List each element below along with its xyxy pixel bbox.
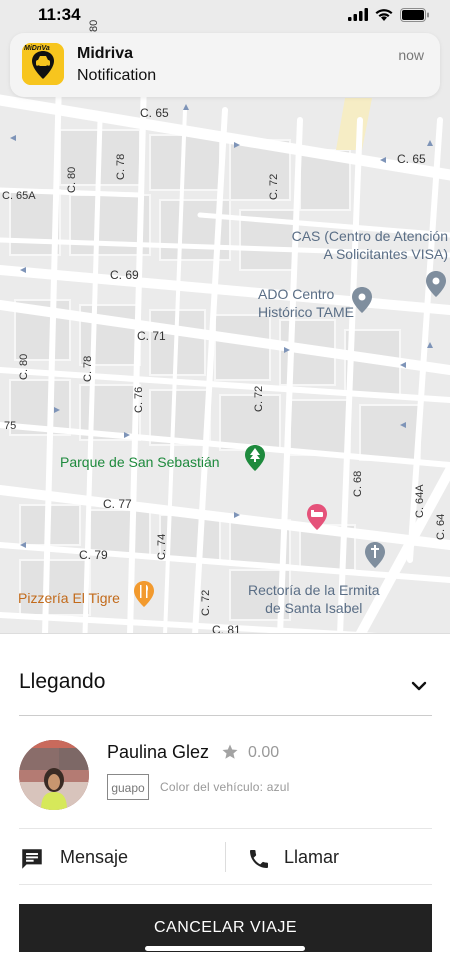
car-pin-logo-icon: MiDriVa [22, 43, 64, 85]
home-indicator[interactable] [145, 946, 305, 951]
poi-rectoria-line2: de Santa Isabel [265, 600, 363, 616]
poi-cas-line2: A Solicitantes VISA) [323, 246, 448, 262]
action-divider [225, 842, 226, 872]
call-label: Llamar [284, 847, 340, 867]
street-label: C. 78 [115, 153, 127, 180]
street-label: C. 72 [268, 173, 280, 200]
street-label: 75 [4, 420, 17, 432]
driver-rating: 0.00 [248, 744, 280, 761]
street-label: C. 65 [140, 106, 169, 120]
notification-time: now [398, 47, 424, 63]
poi-ado-line2: Histórico TAME [258, 304, 354, 320]
poi-cas[interactable]: CAS (Centro de Atención A Solicitantes V… [278, 227, 448, 263]
map-pin-icon[interactable] [425, 270, 447, 298]
restaurant-icon[interactable] [133, 580, 155, 608]
street-label: C. 80 [18, 353, 30, 380]
park-tree-icon[interactable] [244, 444, 266, 472]
trip-bottom-sheet: Llegando Paulina Glez 0.00 guapo Color d… [0, 633, 450, 961]
battery-icon [400, 8, 429, 22]
street-label: C. 65A [2, 190, 36, 202]
street-label: C. 64 [435, 513, 447, 540]
hotel-bed-icon[interactable] [306, 503, 328, 531]
street-label: C. 72 [253, 385, 265, 412]
divider [19, 828, 432, 829]
avatar[interactable] [19, 740, 89, 810]
street-label: C. 68 [352, 470, 364, 497]
cancel-trip-button[interactable]: CANCELAR VIAJE [19, 904, 432, 952]
chat-message-icon [22, 849, 42, 869]
wifi-icon [375, 9, 393, 21]
street-label: C. 72 [200, 589, 212, 616]
poi-rectoria[interactable]: Rectoría de la Ermita de Santa Isabel [248, 581, 380, 617]
status-time: 11:34 [38, 5, 81, 24]
notification-app-name: Midriva [77, 45, 134, 62]
map-pin-icon[interactable] [351, 286, 373, 314]
street-label: C. 65 [397, 152, 426, 166]
street-label: C. 78 [82, 355, 94, 382]
notification-text: Notification [77, 67, 157, 84]
street-label: C. 69 [110, 268, 139, 282]
poi-cas-line1: CAS (Centro de Atención [291, 228, 448, 244]
call-button[interactable]: Llamar [245, 840, 432, 876]
phone-icon [250, 850, 268, 868]
status-bar: 11:34 [0, 0, 450, 32]
chevron-down-icon[interactable] [405, 672, 433, 700]
vehicle-plate: guapo [107, 774, 149, 800]
divider [19, 884, 432, 885]
poi-pizzeria[interactable]: Pizzería El Tigre [18, 589, 120, 607]
driver-name: Paulina Glez [107, 742, 210, 762]
poi-rectoria-line1: Rectoría de la Ermita [248, 582, 380, 598]
street-label: C. 64A [414, 484, 426, 518]
street-label: C. 80 [66, 166, 78, 193]
message-button[interactable]: Mensaje [19, 840, 219, 876]
vehicle-color: Color del vehículo: azul [160, 780, 290, 794]
street-label: C. 71 [137, 329, 166, 343]
street-label: C. 77 [103, 497, 132, 511]
app-icon-text: MiDriVa [24, 45, 50, 52]
poi-ado[interactable]: ADO Centro Histórico TAME [258, 285, 354, 321]
church-cross-icon[interactable] [364, 541, 386, 569]
message-label: Mensaje [60, 847, 129, 867]
street-label: C. 74 [156, 533, 168, 560]
street-label: C. 79 [79, 548, 108, 562]
push-notification[interactable]: MiDriVa Midriva Notification now [10, 33, 440, 97]
star-icon [222, 744, 238, 759]
divider [19, 715, 432, 716]
street-label: C. 76 [133, 386, 145, 413]
poi-parque[interactable]: Parque de San Sebastián [60, 453, 220, 471]
trip-status-title: Llegando [19, 670, 106, 693]
poi-ado-line1: ADO Centro [258, 286, 335, 302]
signal-icon [348, 8, 368, 21]
